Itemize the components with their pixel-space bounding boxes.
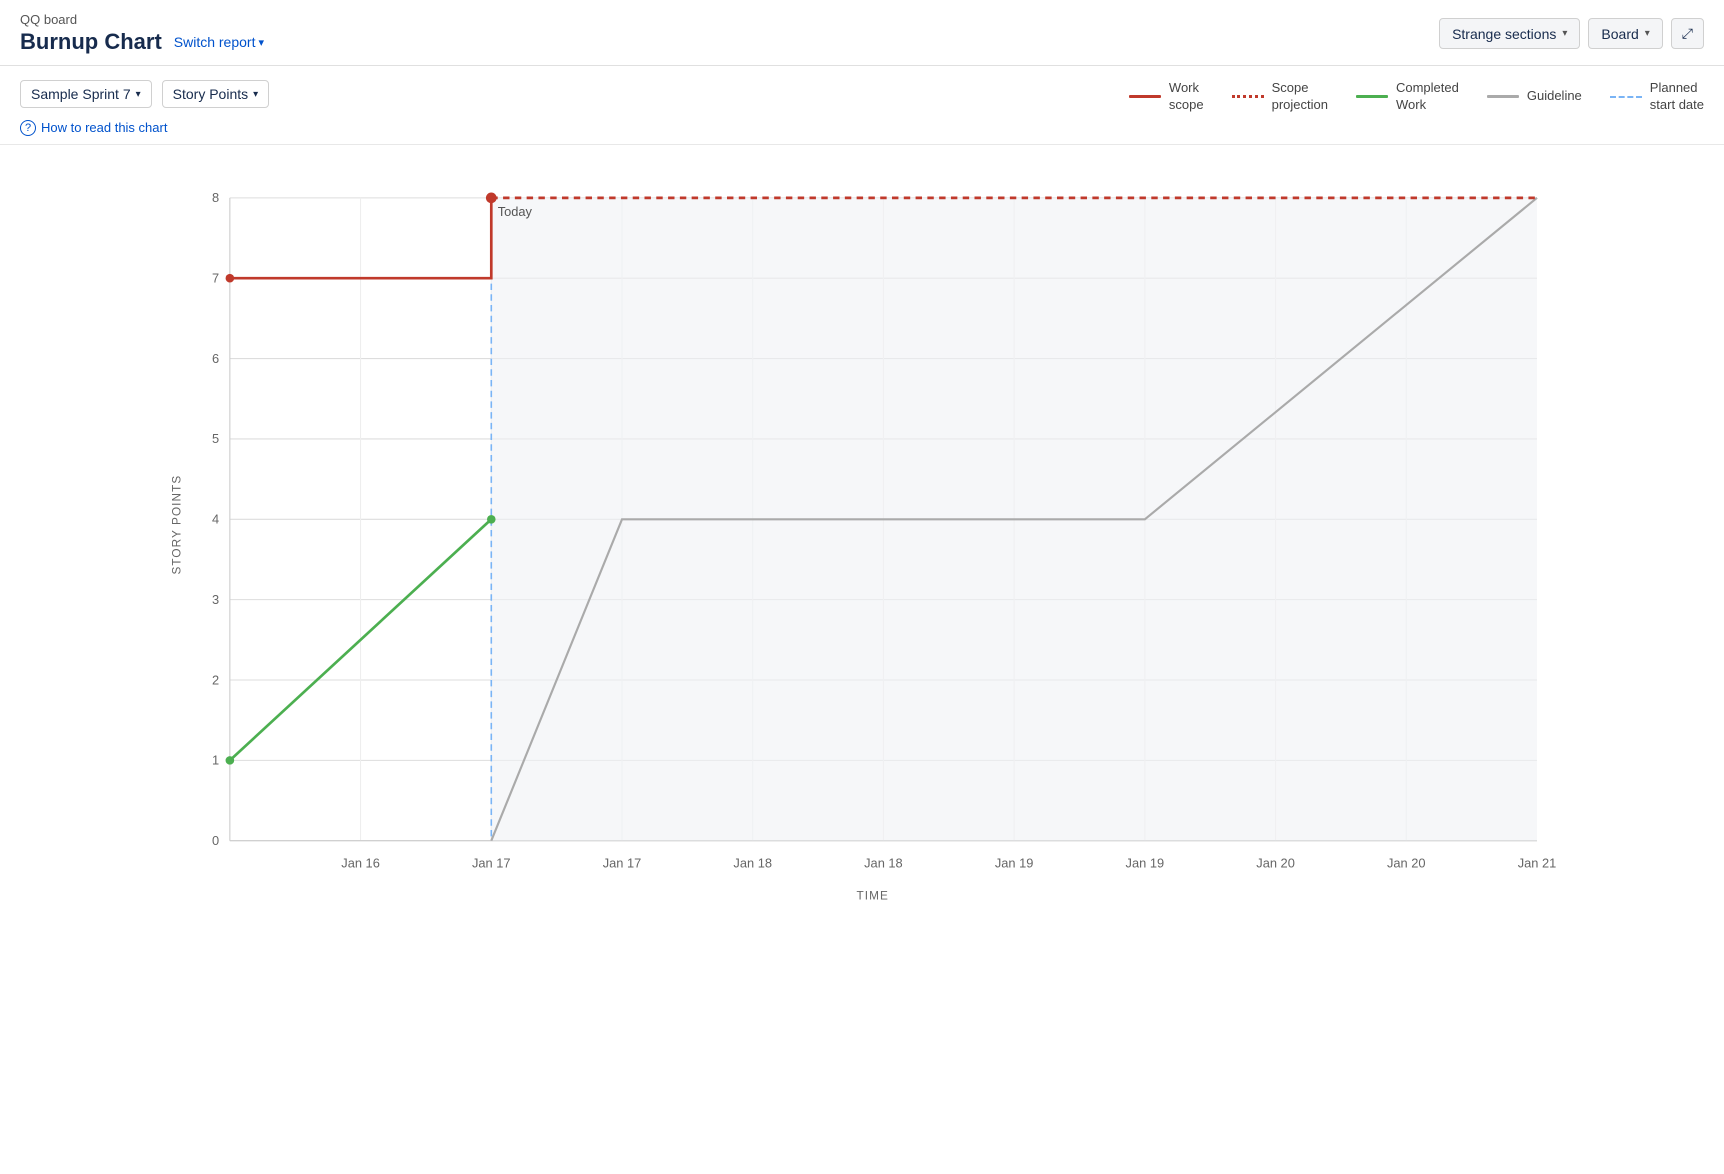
scope-projection-line-icon: [1232, 95, 1264, 98]
y-tick-6: 6: [212, 351, 219, 366]
controls: Sample Sprint 7 ▾ Story Points ▾ Worksco…: [0, 66, 1724, 145]
sprint-label: Sample Sprint 7: [31, 86, 131, 102]
strange-sections-button[interactable]: Strange sections ▾: [1439, 18, 1580, 49]
y-tick-4: 4: [212, 511, 219, 526]
y-axis-label: STORY POINTS: [171, 475, 184, 575]
x-tick-10: Jan 21: [1518, 855, 1557, 870]
expand-button[interactable]: ⤢: [1671, 18, 1704, 49]
x-tick-6: Jan 19: [995, 855, 1034, 870]
board-button[interactable]: Board ▾: [1588, 18, 1662, 49]
x-tick-5: Jan 18: [864, 855, 903, 870]
x-tick-2: Jan 17: [472, 855, 511, 870]
planned-start-line-icon: [1610, 96, 1642, 98]
controls-top: Sample Sprint 7 ▾ Story Points ▾ Worksco…: [20, 80, 1704, 114]
x-tick-4: Jan 18: [733, 855, 772, 870]
metric-dropdown[interactable]: Story Points ▾: [162, 80, 270, 108]
guideline-line-icon: [1487, 95, 1519, 98]
strange-sections-chevron-icon: ▾: [1562, 28, 1567, 39]
work-scope-line-icon: [1129, 95, 1161, 98]
legend: Workscope Scopeprojection CompletedWork …: [1129, 80, 1704, 114]
legend-work-scope: Workscope: [1129, 80, 1204, 114]
x-tick-8: Jan 20: [1256, 855, 1295, 870]
chart-area: STORY POINTS TIME 0 1 2 3 4 5 6 7: [0, 145, 1724, 925]
metric-label: Story Points: [173, 86, 248, 102]
completed-work-label: CompletedWork: [1396, 80, 1459, 114]
completed-work-today-dot: [487, 515, 496, 524]
y-tick-8: 8: [212, 190, 219, 205]
metric-chevron-icon: ▾: [253, 89, 258, 100]
x-tick-1: Jan 16: [341, 855, 380, 870]
legend-completed-work: CompletedWork: [1356, 80, 1459, 114]
work-scope-today-dot: [486, 192, 497, 203]
legend-planned-start: Plannedstart date: [1610, 80, 1704, 114]
how-to-read-button[interactable]: ? How to read this chart: [20, 120, 1704, 136]
y-tick-2: 2: [212, 672, 219, 687]
completed-work-line-icon: [1356, 95, 1388, 98]
work-scope-start-dot: [226, 274, 235, 283]
chart-container: STORY POINTS TIME 0 1 2 3 4 5 6 7: [20, 155, 1704, 905]
x-tick-3: Jan 17: [603, 855, 642, 870]
burnup-chart-svg: STORY POINTS TIME 0 1 2 3 4 5 6 7: [20, 155, 1704, 905]
how-to-read-label: How to read this chart: [41, 120, 167, 135]
sprint-dropdown[interactable]: Sample Sprint 7 ▾: [20, 80, 152, 108]
y-tick-5: 5: [212, 431, 219, 446]
controls-left: Sample Sprint 7 ▾ Story Points ▾: [20, 80, 269, 108]
y-tick-1: 1: [212, 752, 219, 767]
sprint-chevron-icon: ▾: [136, 89, 141, 100]
x-axis-label: TIME: [857, 889, 889, 902]
guideline-label: Guideline: [1527, 88, 1582, 105]
question-icon: ?: [20, 120, 36, 136]
legend-guideline: Guideline: [1487, 88, 1582, 105]
y-tick-3: 3: [212, 592, 219, 607]
work-scope-label: Workscope: [1169, 80, 1204, 114]
header-left: QQ board Burnup Chart Switch report: [20, 12, 264, 55]
legend-scope-projection: Scopeprojection: [1232, 80, 1328, 114]
switch-report-button[interactable]: Switch report: [174, 34, 264, 50]
today-label: Today: [498, 204, 533, 219]
page-title: Burnup Chart Switch report: [20, 29, 264, 55]
planned-start-label: Plannedstart date: [1650, 80, 1704, 114]
completed-work-start-dot: [226, 756, 235, 765]
board-chevron-icon: ▾: [1645, 28, 1650, 39]
x-tick-7: Jan 19: [1126, 855, 1165, 870]
header: QQ board Burnup Chart Switch report Stra…: [0, 0, 1724, 66]
strange-sections-label: Strange sections: [1452, 26, 1556, 42]
board-label: QQ board: [20, 12, 264, 27]
board-button-label: Board: [1601, 26, 1638, 42]
header-right: Strange sections ▾ Board ▾ ⤢: [1439, 18, 1704, 49]
y-tick-7: 7: [212, 270, 219, 285]
scope-projection-label: Scopeprojection: [1272, 80, 1328, 114]
y-tick-0: 0: [212, 833, 219, 848]
x-tick-9: Jan 20: [1387, 855, 1426, 870]
expand-icon: ⤢: [1682, 25, 1693, 41]
page-title-text: Burnup Chart: [20, 29, 162, 55]
